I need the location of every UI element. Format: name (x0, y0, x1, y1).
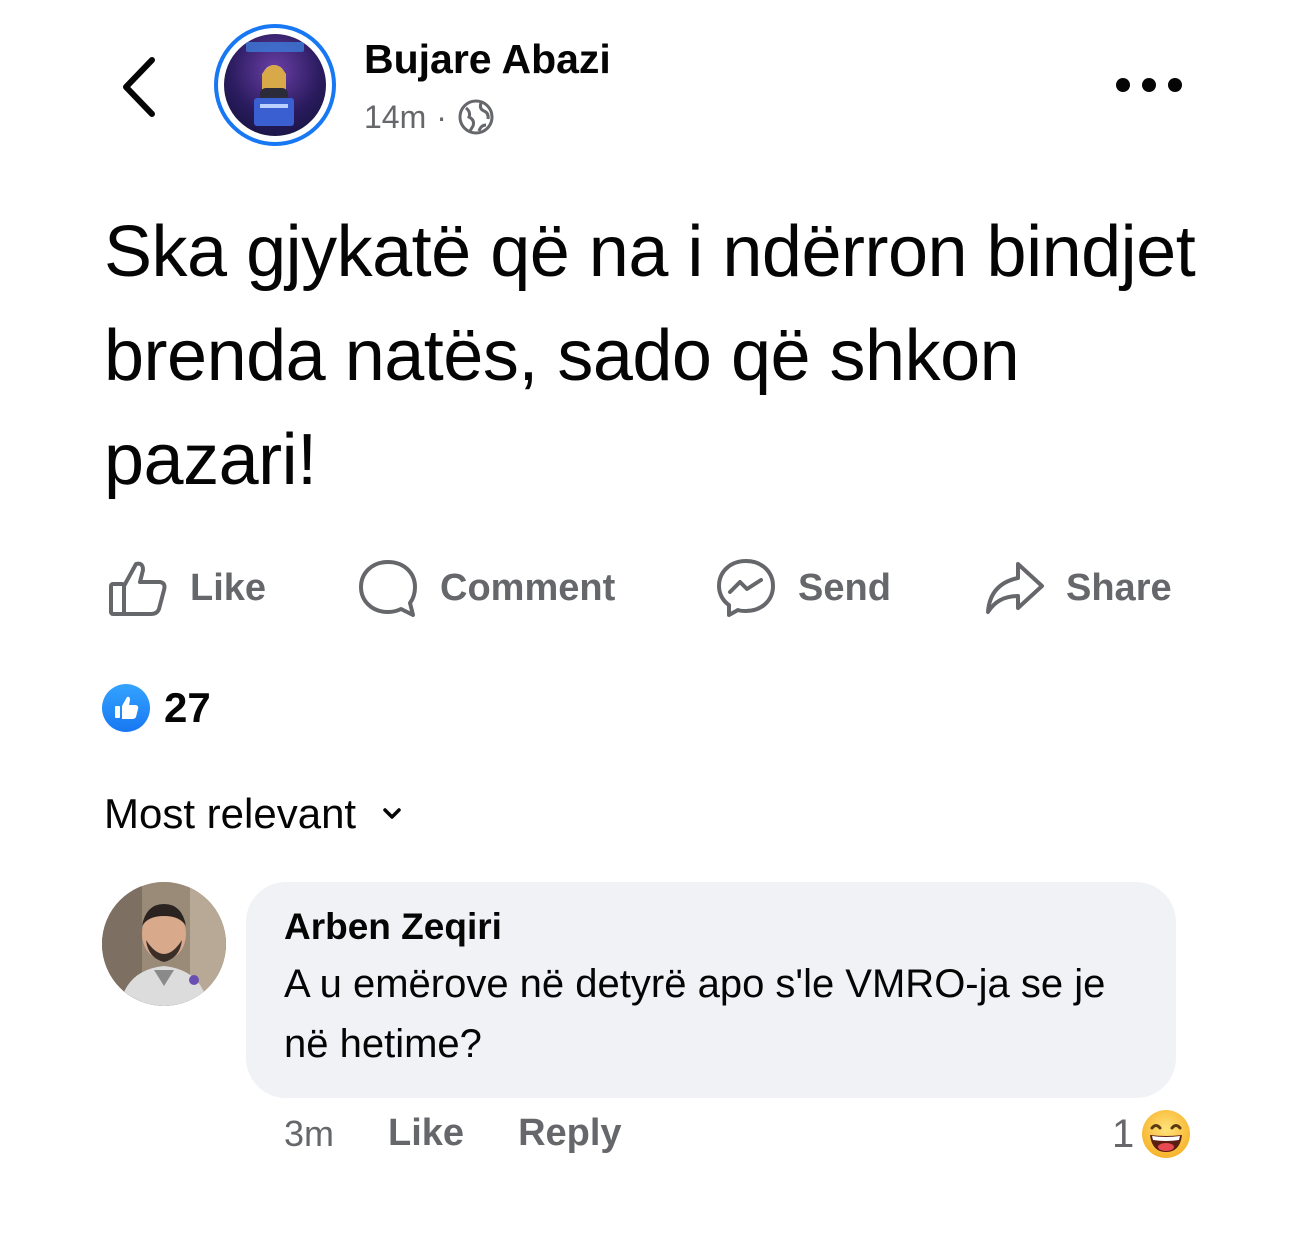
comment-timestamp: 3m (284, 1112, 335, 1154)
commenter-avatar[interactable] (102, 882, 226, 1006)
comment-footer: 3m Like Reply (284, 1112, 676, 1155)
comments-sort-dropdown[interactable]: Most relevant (104, 790, 402, 838)
commenter-name[interactable]: Arben Zeqiri (284, 906, 1138, 948)
comment-label: Comment (440, 566, 616, 609)
more-dot (1168, 78, 1182, 92)
post-text: Ska gjykatë që na i ndërron bindjet bren… (104, 212, 1196, 500)
more-dot (1116, 78, 1130, 92)
more-dot (1142, 78, 1156, 92)
messenger-icon (717, 559, 775, 617)
globe-icon (458, 99, 494, 135)
avatar-image (224, 34, 326, 136)
sort-label: Most relevant (104, 790, 357, 837)
comment-reaction-count: 1 (1112, 1111, 1135, 1156)
author-avatar[interactable] (214, 24, 336, 146)
like-button[interactable]: Like (106, 550, 266, 626)
chevron-down-icon (383, 808, 401, 819)
post-meta: 14m · (364, 98, 495, 136)
meta-separator: · (436, 98, 447, 135)
author-name[interactable]: Bujare Abazi (364, 36, 611, 83)
comment-bubble[interactable]: Arben Zeqiri A u emërove në detyrë apo s… (246, 882, 1176, 1098)
post-timestamp: 14m (364, 98, 427, 135)
like-label: Like (190, 566, 267, 609)
thumbs-up-icon (109, 561, 167, 616)
share-button[interactable]: Share (982, 550, 1172, 626)
chevron-left-icon (123, 57, 155, 117)
comment-like-button[interactable]: Like (388, 1112, 464, 1155)
share-label: Share (1066, 566, 1172, 609)
comment-reactions[interactable]: 1 (1112, 1108, 1192, 1160)
like-reaction-icon (102, 684, 150, 732)
comment-button[interactable]: Comment (356, 550, 615, 626)
laughing-emoji-icon (1142, 1110, 1191, 1158)
reaction-count: 27 (164, 684, 211, 731)
send-button[interactable]: Send (714, 550, 891, 626)
comment-icon (359, 560, 417, 617)
back-button[interactable] (112, 52, 168, 122)
share-icon (986, 562, 1044, 614)
comment-reply-button[interactable]: Reply (518, 1112, 621, 1155)
send-label: Send (798, 566, 891, 609)
more-options-button[interactable] (1116, 70, 1182, 100)
reactions-summary[interactable]: 27 (102, 684, 211, 732)
comment-text: A u emërove në detyrë apo s'le VMRO-ja s… (284, 962, 1106, 1066)
